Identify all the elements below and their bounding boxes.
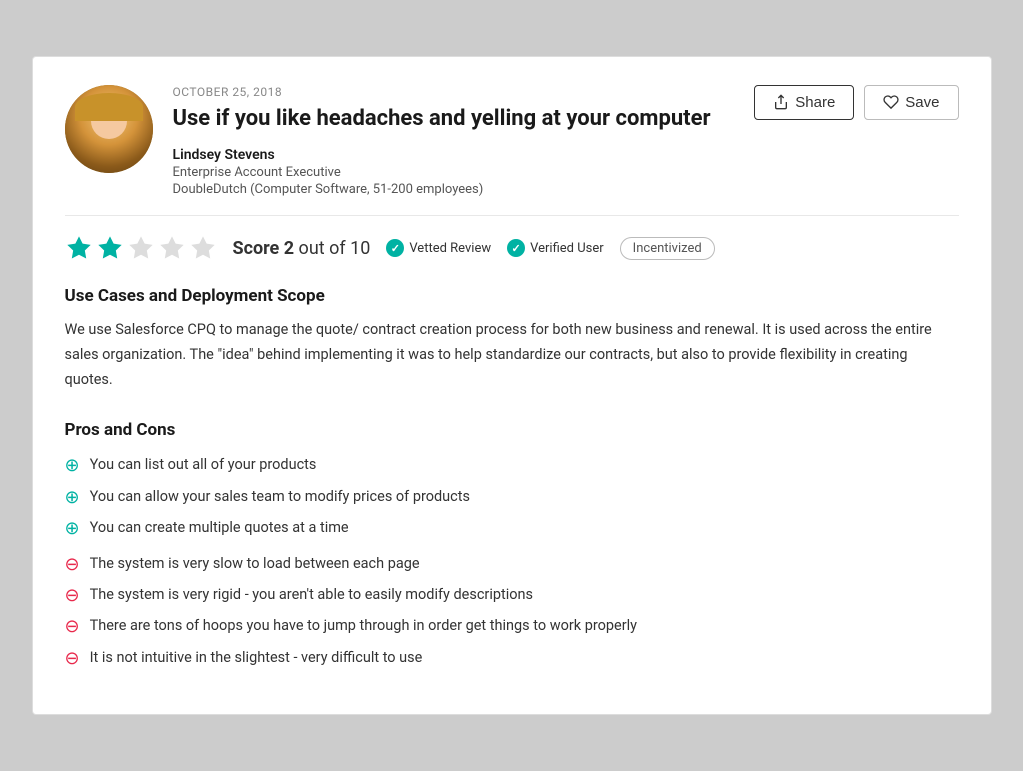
cons-list: ⊖ The system is very slow to load betwee… [65,553,959,671]
review-title: Use if you like headaches and yelling at… [173,105,735,134]
star-rating [65,234,217,262]
use-cases-title: Use Cases and Deployment Scope [65,286,959,306]
action-buttons: Share Save [754,85,958,120]
con-icon-3: ⊖ [65,615,80,638]
pro-text-3: You can create multiple quotes at a time [90,517,349,539]
pro-icon-2: ⊕ [65,486,80,509]
save-button[interactable]: Save [864,85,958,120]
share-icon [773,94,789,110]
pros-list: ⊕ You can list out all of your products … [65,454,959,540]
star-4 [158,234,186,262]
star-3 [127,234,155,262]
divider [65,215,959,216]
rating-row: Score 2 out of 10 ✓ Vetted Review ✓ Veri… [65,234,959,262]
pro-text-2: You can allow your sales team to modify … [90,486,470,508]
con-icon-4: ⊖ [65,647,80,670]
score-display: Score 2 out of 10 [233,238,371,259]
heart-icon [883,94,899,110]
pro-item-1: ⊕ You can list out all of your products [65,454,959,477]
vetted-review-badge: ✓ Vetted Review [386,239,491,257]
con-item-2: ⊖ The system is very rigid - you aren't … [65,584,959,607]
pro-item-3: ⊕ You can create multiple quotes at a ti… [65,517,959,540]
author-name: Lindsey Stevens [173,147,735,163]
con-text-4: It is not intuitive in the slightest - v… [90,647,423,669]
incentivized-badge: Incentivized [620,237,715,260]
con-icon-1: ⊖ [65,553,80,576]
star-2 [96,234,124,262]
con-icon-2: ⊖ [65,584,80,607]
header-row: OCTOBER 25, 2018 Use if you like headach… [65,85,959,198]
review-card: OCTOBER 25, 2018 Use if you like headach… [32,56,992,715]
header-content: OCTOBER 25, 2018 Use if you like headach… [173,85,735,198]
use-cases-text: We use Salesforce CPQ to manage the quot… [65,318,959,392]
verified-check-icon: ✓ [507,239,525,257]
pro-item-2: ⊕ You can allow your sales team to modif… [65,486,959,509]
con-text-1: The system is very slow to load between … [90,553,420,575]
con-item-1: ⊖ The system is very slow to load betwee… [65,553,959,576]
author-job-title: Enterprise Account Executive [173,165,735,180]
star-1 [65,234,93,262]
verified-user-badge: ✓ Verified User [507,239,604,257]
review-date: OCTOBER 25, 2018 [173,85,735,99]
con-item-4: ⊖ It is not intuitive in the slightest -… [65,647,959,670]
vetted-label: Vetted Review [409,241,491,256]
vetted-check-icon: ✓ [386,239,404,257]
star-5 [189,234,217,262]
verified-label: Verified User [530,241,604,256]
con-text-2: The system is very rigid - you aren't ab… [90,584,533,606]
con-text-3: There are tons of hoops you have to jump… [90,615,637,637]
pro-icon-3: ⊕ [65,517,80,540]
author-company: DoubleDutch (Computer Software, 51-200 e… [173,182,735,197]
share-button[interactable]: Share [754,85,854,120]
score-label: Score [233,238,280,259]
pro-icon-1: ⊕ [65,454,80,477]
pros-cons-title: Pros and Cons [65,420,959,440]
avatar [65,85,153,173]
con-item-3: ⊖ There are tons of hoops you have to ju… [65,615,959,638]
pro-text-1: You can list out all of your products [90,454,317,476]
